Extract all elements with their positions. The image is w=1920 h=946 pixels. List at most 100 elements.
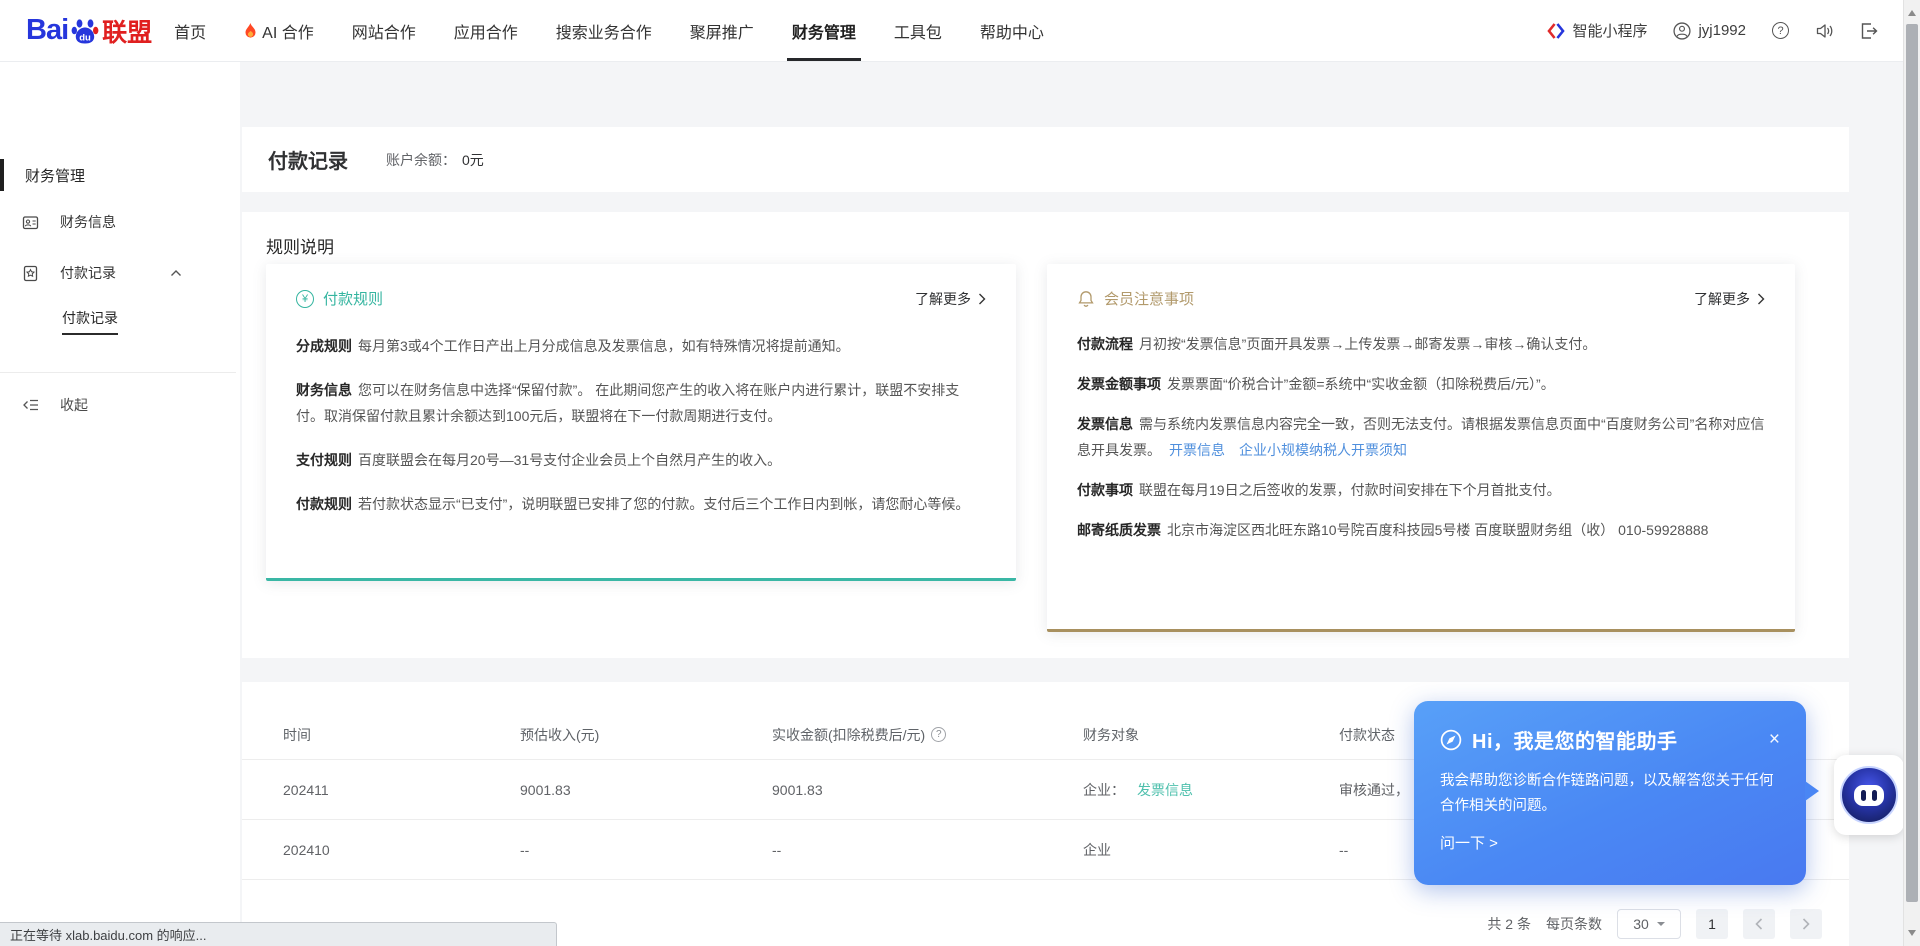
yen-circle-icon: ¥ <box>296 290 314 308</box>
assistant-body-text: 我会帮助您诊断合作链路问题，以及解答您关于任何合作相关的问题。 <box>1440 769 1776 819</box>
popup-pointer <box>1805 781 1819 801</box>
invoice-info-cell-link[interactable]: 发票信息 <box>1137 780 1193 800</box>
prev-page-button[interactable] <box>1743 909 1775 939</box>
nav-item-home[interactable]: 首页 <box>174 0 206 61</box>
baidu-union-logo[interactable]: Bai du 联盟 <box>26 13 152 49</box>
navbar-right: 智能小程序 jyj1992 ? <box>1547 20 1878 41</box>
per-page-label: 每页条数 <box>1546 914 1602 934</box>
rule-item: 发票信息需与系统内发票信息内容完全一致，否则无法支付。请根据发票信息页面中“百度… <box>1077 411 1765 463</box>
smart-miniapp-icon <box>1547 22 1565 40</box>
pagination: 共 2 条 每页条数 30 1 <box>1487 909 1822 939</box>
nav-item-toolkit[interactable]: 工具包 <box>894 0 942 61</box>
rules-panel: 规则说明 ¥ 付款规则 了解更多 分成规则每月第3或4个工作日产出上月分成信息及… <box>242 212 1849 658</box>
baidu-paw-icon: du <box>70 16 100 46</box>
smart-miniapp-link[interactable]: 智能小程序 <box>1547 20 1647 41</box>
sidebar-divider <box>0 372 236 373</box>
smart-miniapp-label: 智能小程序 <box>1572 20 1647 41</box>
nav-item-finance-management[interactable]: 财务管理 <box>792 0 856 61</box>
logo-text-union: 联盟 <box>102 13 152 49</box>
per-page-select[interactable]: 30 <box>1617 909 1681 939</box>
logout-button[interactable] <box>1860 23 1878 39</box>
sidebar-item-finance-info[interactable]: 财务信息 <box>0 207 240 237</box>
next-page-button[interactable] <box>1790 909 1822 939</box>
sidebar-subitem-payment-records-active[interactable]: 付款记录 <box>62 308 118 335</box>
col-received-amount: 实收金额(扣除税费后/元) <box>772 725 925 745</box>
page-number-button[interactable]: 1 <box>1696 909 1728 939</box>
member-notes-card: 会员注意事项 了解更多 付款流程月初按“发票信息”页面开具发票→上传发票→邮寄发… <box>1047 264 1795 632</box>
assistant-avatar-button[interactable] <box>1834 755 1904 835</box>
page-header-panel: 付款记录 账户余额： 0元 <box>242 127 1849 192</box>
sidebar: 财务管理 财务信息 付款记录 <box>0 62 240 946</box>
id-card-icon <box>22 214 39 231</box>
rule-item: 发票金额事项发票票面“价税合计”金额=系统中“实收金额（扣除税费后/元）”。 <box>1077 371 1765 397</box>
scrollbar-thumb[interactable] <box>1906 24 1918 902</box>
card-title: 会员注意事项 <box>1104 288 1194 309</box>
rules-heading: 规则说明 <box>242 212 1849 258</box>
chevron-right-icon <box>978 293 986 305</box>
account-balance-label: 账户余额： <box>386 150 456 170</box>
sidebar-title: 财务管理 <box>0 160 240 190</box>
scroll-down-arrow-icon[interactable] <box>1908 930 1916 940</box>
scroll-up-arrow-icon[interactable] <box>1908 6 1916 16</box>
nav-item-screen-promotion[interactable]: 聚屏推广 <box>690 0 754 61</box>
col-time: 时间 <box>283 725 520 745</box>
chevron-up-icon <box>170 269 182 277</box>
cell-time: 202411 <box>283 782 520 798</box>
rule-item: 支付规则百度联盟会在每月20号—31号支付企业会员上个自然月产生的收入。 <box>296 447 986 473</box>
rule-item: 分成规则每月第3或4个工作日产出上月分成信息及发票信息，如有特殊情况将提前通知。 <box>296 333 986 359</box>
small-taxpayer-notice-link[interactable]: 企业小规模纳税人开票须知 <box>1239 442 1407 458</box>
cell-received: -- <box>772 842 1083 858</box>
username-label: jyj1992 <box>1698 22 1746 39</box>
flame-icon <box>244 23 257 39</box>
account-balance-value: 0元 <box>462 150 484 170</box>
payment-rules-card: ¥ 付款规则 了解更多 分成规则每月第3或4个工作日产出上月分成信息及发票信息，… <box>266 264 1016 581</box>
total-count-label: 共 2 条 <box>1487 914 1531 934</box>
rule-item: 财务信息您可以在财务信息中选择“保留付款”。 在此期间您产生的收入将在账户内进行… <box>296 377 986 429</box>
cell-estimated: -- <box>520 842 772 858</box>
page-title: 付款记录 <box>268 145 348 174</box>
help-icon-button[interactable]: ? <box>1772 22 1789 39</box>
cell-finance-target: 企业： <box>1083 780 1125 800</box>
close-icon[interactable]: × <box>1769 730 1780 749</box>
bell-icon <box>1077 290 1095 308</box>
rule-cards: ¥ 付款规则 了解更多 分成规则每月第3或4个工作日产出上月分成信息及发票信息，… <box>266 264 1795 632</box>
announcement-sound-button[interactable] <box>1815 23 1834 39</box>
invoice-info-link[interactable]: 开票信息 <box>1169 442 1225 458</box>
learn-more-label: 了解更多 <box>1694 289 1750 309</box>
ask-now-link[interactable]: 问一下 > <box>1440 832 1498 853</box>
assistant-title: Hi，我是您的智能助手 <box>1472 725 1678 754</box>
learn-more-link[interactable]: 了解更多 <box>915 289 986 309</box>
learn-more-link[interactable]: 了解更多 <box>1694 289 1765 309</box>
logout-icon <box>1860 23 1878 39</box>
tooltip-icon[interactable]: ? <box>931 727 946 742</box>
browser-status-text: 正在等待 xlab.baidu.com 的响应... <box>0 922 557 946</box>
rule-item: 邮寄纸质发票北京市海淀区西北旺东路10号院百度科技园5号楼 百度联盟财务组（收）… <box>1077 517 1765 543</box>
sidebar-item-label: 财务信息 <box>60 212 116 232</box>
speaker-icon <box>1815 23 1834 39</box>
top-navbar: Bai du 联盟 首页 <box>0 0 1920 62</box>
collapse-icon <box>22 397 40 413</box>
sidebar-collapse-label: 收起 <box>60 395 88 415</box>
user-icon <box>1673 22 1691 40</box>
rule-item: 付款规则若付款状态显示“已支付”，说明联盟已安排了您的付款。支付后三个工作日内到… <box>296 491 986 517</box>
learn-more-label: 了解更多 <box>915 289 971 309</box>
page-scrollbar[interactable] <box>1903 0 1920 946</box>
sidebar-collapse-button[interactable]: 收起 <box>0 390 240 420</box>
main-nav: 首页 AI 合作 网站合作 应用合作 搜索业务合作 聚屏推广 财务管理 工具包 … <box>174 0 1044 61</box>
nav-item-website-cooperation[interactable]: 网站合作 <box>352 0 416 61</box>
nav-item-search-cooperation[interactable]: 搜索业务合作 <box>556 0 652 61</box>
rule-item: 付款事项联盟在每月19日之后签收的发票，付款时间安排在下个月首批支付。 <box>1077 477 1765 503</box>
sidebar-item-payment-records[interactable]: 付款记录 <box>0 258 240 288</box>
nav-item-ai-cooperation[interactable]: AI 合作 <box>244 0 314 61</box>
per-page-value: 30 <box>1633 916 1649 932</box>
nav-item-app-cooperation[interactable]: 应用合作 <box>454 0 518 61</box>
nav-item-help-center[interactable]: 帮助中心 <box>980 0 1044 61</box>
caret-down-icon <box>1657 922 1665 930</box>
svg-text:du: du <box>79 32 91 43</box>
user-account-menu[interactable]: jyj1992 <box>1673 22 1746 40</box>
col-finance-target: 财务对象 <box>1083 725 1339 745</box>
rule-item: 付款流程月初按“发票信息”页面开具发票→上传发票→邮寄发票→审核→确认支付。 <box>1077 331 1765 357</box>
sidebar-item-label: 付款记录 <box>60 263 116 283</box>
logo-text-bai: Bai <box>26 14 68 47</box>
compass-icon <box>1440 729 1462 751</box>
